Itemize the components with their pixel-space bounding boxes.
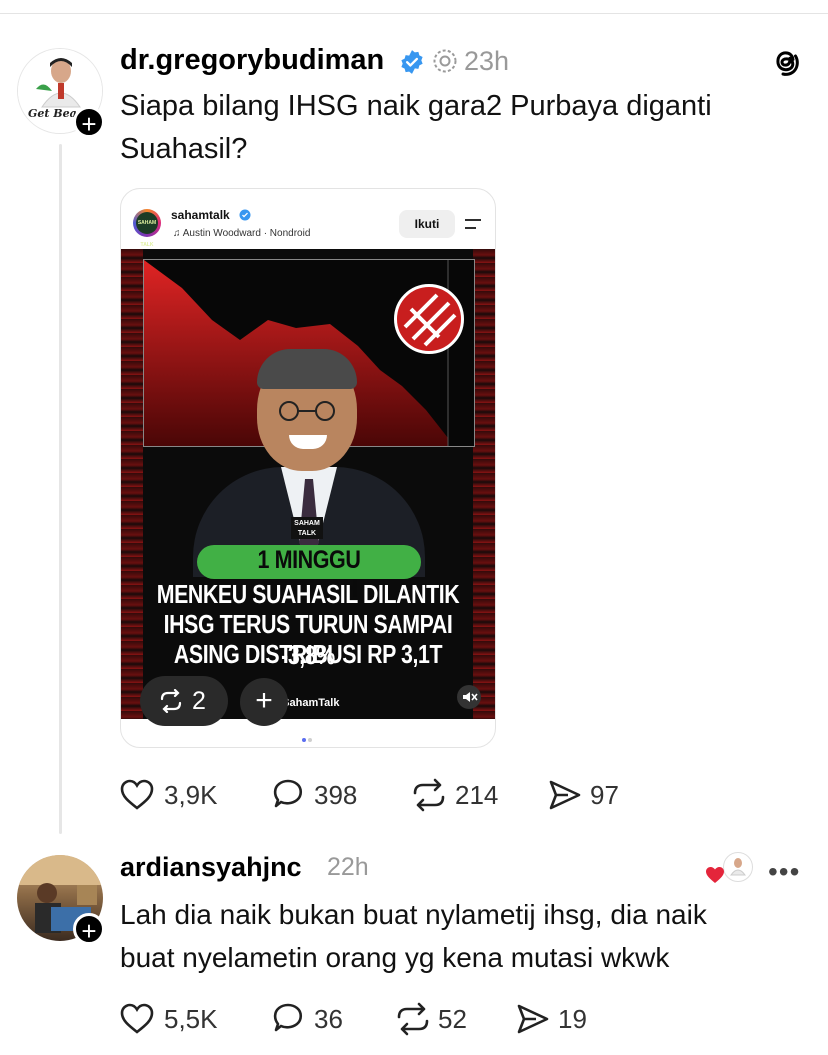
author-liked-indicator xyxy=(705,852,755,886)
repost-overlay-count: 2 xyxy=(192,687,206,715)
embed-header: SAHAM TALK sahamtalk ♫ Austin Woodward ·… xyxy=(121,189,495,249)
embed-avatar-text: SAHAM TALK xyxy=(136,212,158,248)
repost-count: 214 xyxy=(455,780,499,810)
share-icon[interactable] xyxy=(516,1002,550,1036)
ai-label-icon xyxy=(433,49,457,73)
embed-watermark: SAHAM TALK xyxy=(291,517,323,539)
comment-icon[interactable] xyxy=(270,1002,306,1036)
person-hair xyxy=(257,349,357,389)
post-text-line2: Suahasil? xyxy=(120,133,248,165)
post-text-line1: Siapa bilang IHSG naik gara2 Purbaya dig… xyxy=(120,90,712,122)
repost-count: 52 xyxy=(438,1004,467,1034)
more-icon: ••• xyxy=(768,856,801,887)
person-glasses xyxy=(279,401,335,421)
repost-icon[interactable] xyxy=(410,778,448,812)
embed-music-info: ♫ Austin Woodward · Nondroid xyxy=(173,228,310,239)
media-bg-left xyxy=(121,249,143,719)
reply-text-line1: Lah dia naik bukan buat nylametij ihsg, … xyxy=(120,899,707,930)
follow-plus-button[interactable]: + xyxy=(73,913,105,946)
embed-account-avatar[interactable]: SAHAM TALK xyxy=(133,209,161,248)
comment-icon[interactable] xyxy=(270,778,306,812)
verified-badge-icon xyxy=(401,50,423,74)
carousel-indicator xyxy=(301,729,313,747)
speaker-muted-icon xyxy=(463,692,478,702)
follow-plus-button[interactable]: + xyxy=(73,106,105,139)
post-timestamp: 23h xyxy=(464,46,510,76)
share-count: 97 xyxy=(590,780,619,810)
carousel-dot-active xyxy=(302,738,306,742)
embed-account-name[interactable]: sahamtalk xyxy=(171,208,230,222)
embed-music-text: Austin Woodward · Nondroid xyxy=(182,228,311,239)
embed-video-frame[interactable]: SAHAM TALK 1 MINGGU SETELAH MENKEU SUAHA… xyxy=(121,249,495,719)
heart-icon[interactable] xyxy=(120,779,154,811)
media-bg-right xyxy=(473,249,495,719)
repost-overlay-button[interactable]: 2 xyxy=(140,676,228,726)
embed-menu-icon[interactable] xyxy=(465,219,481,229)
avatar-logo-text: Get Bea xyxy=(28,107,77,120)
reply-author-name[interactable]: ardiansyahjnc xyxy=(120,852,302,883)
music-note-icon: ♫ xyxy=(173,228,183,239)
mute-button[interactable] xyxy=(457,685,481,709)
headline-line-2: MENKEU SUAHASIL DILANTIK xyxy=(156,579,460,609)
liked-by-avatar xyxy=(723,852,753,882)
repost-icon[interactable] xyxy=(394,1002,432,1036)
embed-verified-icon xyxy=(239,209,251,221)
top-divider xyxy=(0,13,828,14)
reply-text-line2: buat nyelametin orang yg kena mutasi wkw… xyxy=(120,942,670,973)
like-count: 5,5K xyxy=(164,1004,218,1034)
heart-filled-icon xyxy=(706,867,724,883)
share-icon[interactable] xyxy=(548,778,582,812)
more-options-button[interactable]: ••• xyxy=(768,856,800,888)
embed-follow-button[interactable]: Ikuti xyxy=(399,210,455,238)
post-author-name[interactable]: dr.gregorybudiman xyxy=(120,44,384,77)
repost-icon xyxy=(160,689,182,713)
comment-count: 36 xyxy=(314,1004,343,1034)
embed-brand-logo xyxy=(394,284,464,354)
headline-line-4: ASING DISTRIBUSI RP 3,1T xyxy=(173,639,443,669)
comment-count: 398 xyxy=(314,780,358,810)
threads-logo-icon[interactable] xyxy=(768,43,804,79)
reply-timestamp: 22h xyxy=(327,853,369,881)
add-overlay-button[interactable]: + xyxy=(240,678,288,726)
share-count: 19 xyxy=(558,1004,587,1034)
thread-connector-line xyxy=(59,144,62,834)
carousel-dot xyxy=(308,738,312,742)
heart-icon[interactable] xyxy=(120,1003,154,1035)
like-count: 3,9K xyxy=(164,780,218,810)
embedded-media-card[interactable]: SAHAM TALK sahamtalk ♫ Austin Woodward ·… xyxy=(120,188,496,748)
